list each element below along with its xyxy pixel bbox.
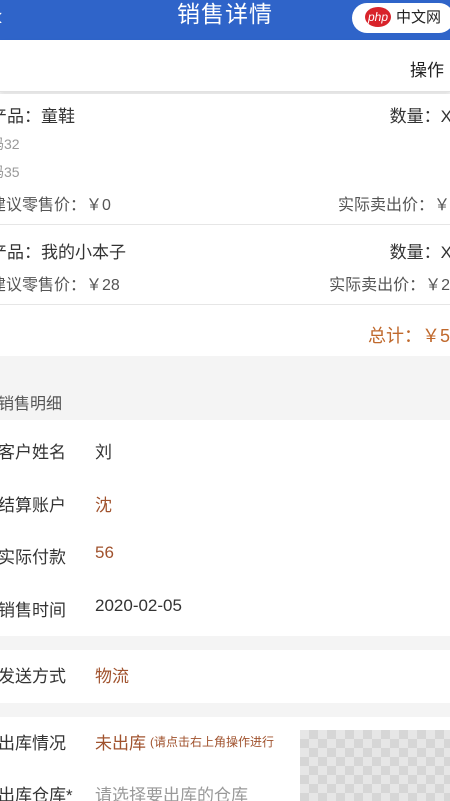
- suggest-price: 建议零售价：￥0: [0, 197, 111, 214]
- stock-value: 未出库: [95, 734, 146, 753]
- time-value: 2020-02-05: [95, 596, 182, 615]
- paid-label: 实际付款: [0, 548, 66, 567]
- product-list: 产品：童鞋 数量：X 码32 码35 建议零售价：￥0 实际卖出价：￥ 产品：我…: [0, 94, 450, 356]
- section-header: 销售明细: [0, 372, 450, 420]
- divider: [0, 304, 450, 305]
- php-logo-icon: php: [365, 7, 391, 27]
- watermark-logo: php 中文网: [352, 3, 450, 33]
- ship-label: 发送方式: [0, 667, 66, 686]
- divider: [0, 224, 450, 225]
- product-name: 产品：我的小本子: [0, 243, 126, 262]
- ship-value: 物流: [95, 667, 129, 686]
- actual-price: 实际卖出价：￥: [337, 197, 450, 214]
- divider: [0, 703, 450, 717]
- stock-hint: (请点击右上角操作进行: [150, 735, 274, 749]
- product-name: 产品：童鞋: [0, 107, 75, 126]
- product-spec: 码35: [0, 164, 20, 180]
- product-quantity: 数量：X: [389, 243, 450, 262]
- divider: [0, 636, 450, 650]
- operate-bar: 操作: [0, 40, 450, 92]
- warehouse-label: 出库仓库*: [0, 786, 73, 801]
- account-value: 沈: [95, 496, 112, 515]
- actual-price: 实际卖出价：￥2: [329, 277, 450, 294]
- product-quantity: 数量：X: [389, 107, 450, 126]
- product-spec: 码32: [0, 136, 20, 152]
- operate-button[interactable]: 操作: [410, 56, 444, 81]
- blurred-region: [300, 730, 450, 801]
- paid-value: 56: [95, 543, 114, 562]
- stock-label: 出库情况: [0, 734, 66, 753]
- customer-value: 刘: [95, 443, 112, 462]
- warehouse-select[interactable]: 请选择要出库的仓库: [95, 781, 248, 801]
- time-label: 销售时间: [0, 601, 66, 620]
- section-title: 销售明细: [0, 396, 63, 413]
- customer-label: 客户姓名: [0, 443, 66, 462]
- suggest-price: 建议零售价：￥28: [0, 277, 120, 294]
- nav-bar: ‹ 销售详情 php 中文网: [0, 0, 450, 40]
- watermark-text: 中文网: [396, 9, 442, 26]
- order-total: 总计：￥5: [367, 326, 450, 346]
- account-label: 结算账户: [0, 496, 66, 515]
